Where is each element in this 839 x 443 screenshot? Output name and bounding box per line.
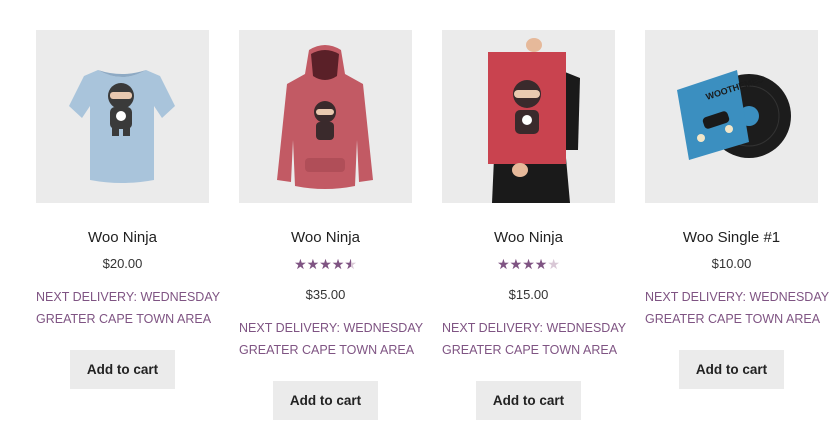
- add-to-cart-button[interactable]: Add to cart: [679, 350, 784, 389]
- vinyl-record-image: WOOTHEMES: [677, 70, 791, 160]
- product-title[interactable]: Woo Ninja: [36, 228, 209, 248]
- delivery-notice: NEXT DELIVERY: WEDNESDAY GREATER CAPE TO…: [36, 286, 221, 330]
- delivery-notice: NEXT DELIVERY: WEDNESDAY GREATER CAPE TO…: [239, 317, 424, 361]
- product-price: $20.00: [102, 256, 143, 271]
- star-rating: ★★★★★ ★★★★★: [294, 257, 357, 271]
- add-to-cart-button[interactable]: Add to cart: [273, 381, 378, 420]
- product-price: $35.00: [305, 287, 346, 302]
- delivery-day: NEXT DELIVERY: WEDNESDAY: [442, 321, 627, 335]
- poster-ninja-image: [488, 38, 580, 203]
- product-card: Woo Ninja ★★★★★ ★★★★★ $35.00 NEXT DELIVE…: [239, 30, 424, 420]
- delivery-day: NEXT DELIVERY: WEDNESDAY: [239, 321, 424, 335]
- delivery-day: NEXT DELIVERY: WEDNESDAY: [645, 290, 830, 304]
- star-rating-filled-icon: ★★★★★: [294, 257, 350, 271]
- delivery-area: GREATER CAPE TOWN AREA: [36, 312, 212, 326]
- product-card: Woo Ninja $20.00 NEXT DELIVERY: WEDNESDA…: [36, 30, 221, 389]
- product-image[interactable]: [239, 30, 412, 203]
- product-price: $15.00: [508, 287, 549, 302]
- product-price: $10.00: [711, 256, 752, 271]
- hoodie-ninja-image: [277, 45, 373, 189]
- delivery-area: GREATER CAPE TOWN AREA: [645, 312, 821, 326]
- product-image[interactable]: [36, 30, 209, 203]
- star-rating: ★★★★★ ★★★★★: [497, 257, 560, 271]
- delivery-notice: NEXT DELIVERY: WEDNESDAY GREATER CAPE TO…: [645, 286, 830, 330]
- add-to-cart-button[interactable]: Add to cart: [476, 381, 581, 420]
- product-title[interactable]: Woo Ninja: [239, 228, 412, 248]
- tshirt-ninja-image: [69, 70, 175, 183]
- delivery-day: NEXT DELIVERY: WEDNESDAY: [36, 290, 221, 304]
- delivery-area: GREATER CAPE TOWN AREA: [442, 343, 618, 357]
- star-rating-filled-icon: ★★★★★: [497, 257, 548, 271]
- add-to-cart-button[interactable]: Add to cart: [70, 350, 175, 389]
- product-title[interactable]: Woo Ninja: [442, 228, 615, 248]
- product-image[interactable]: WOOTHEMES: [645, 30, 818, 203]
- product-card: WOOTHEMES Woo Single #1 $10.00 NEXT DELI…: [645, 30, 830, 389]
- product-title[interactable]: Woo Single #1: [645, 228, 818, 248]
- product-image[interactable]: [442, 30, 615, 203]
- delivery-area: GREATER CAPE TOWN AREA: [239, 343, 415, 357]
- delivery-notice: NEXT DELIVERY: WEDNESDAY GREATER CAPE TO…: [442, 317, 627, 361]
- product-card: Woo Ninja ★★★★★ ★★★★★ $15.00 NEXT DELIVE…: [442, 30, 627, 420]
